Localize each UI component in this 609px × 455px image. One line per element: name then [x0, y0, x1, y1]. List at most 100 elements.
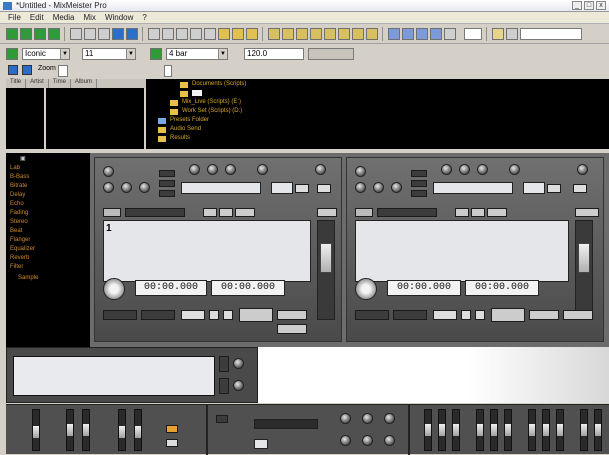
eq-band-fader[interactable] [476, 409, 484, 451]
eq-band-fader[interactable] [556, 409, 564, 451]
folder-icon[interactable] [492, 28, 504, 40]
effect-knob[interactable] [257, 164, 268, 175]
mixer-button[interactable] [216, 415, 228, 423]
pitch-fader[interactable] [575, 220, 593, 320]
plugin-item[interactable]: Fading [10, 210, 28, 216]
track-list-pane-b[interactable] [46, 88, 144, 149]
channel-fader[interactable] [82, 409, 90, 451]
marker-icon[interactable] [204, 28, 216, 40]
effect-knob[interactable] [459, 164, 470, 175]
plugin-item[interactable]: Lab [10, 165, 20, 171]
browser-select[interactable] [164, 65, 172, 77]
size-select[interactable]: 11 ▼ [82, 48, 136, 60]
effect-icon[interactable] [366, 28, 378, 40]
cue-indicator[interactable] [166, 425, 178, 433]
deck-button[interactable] [277, 310, 307, 320]
eq-band-fader[interactable] [528, 409, 536, 451]
tree-item[interactable]: Audio Send [170, 126, 201, 132]
deck-button[interactable] [159, 190, 175, 197]
effect-selector[interactable] [254, 419, 318, 429]
pitch-fader-cap[interactable] [320, 243, 332, 273]
help-icon[interactable] [506, 28, 518, 40]
effect-icon[interactable] [296, 28, 308, 40]
eq-low-knob[interactable] [373, 182, 384, 193]
deck-button[interactable] [159, 180, 175, 187]
channel-fader[interactable] [118, 409, 126, 451]
play-button[interactable] [141, 310, 175, 320]
effect-knob[interactable] [577, 164, 588, 175]
column-time[interactable]: Time [49, 79, 71, 88]
menu-window[interactable]: Window [105, 13, 133, 22]
eq-mid-knob[interactable] [139, 182, 150, 193]
eq-band-fader[interactable] [438, 409, 446, 451]
effect-knob[interactable] [509, 164, 520, 175]
new-icon[interactable] [6, 28, 18, 40]
paste-icon[interactable] [98, 28, 110, 40]
tool-icon[interactable] [218, 28, 230, 40]
plugin-item[interactable]: Filter [10, 264, 23, 270]
effect-knob[interactable] [189, 164, 200, 175]
plugin-item[interactable]: Reverb [10, 255, 29, 261]
view-icon[interactable] [416, 28, 428, 40]
deck-button[interactable] [575, 208, 599, 217]
menu-file[interactable]: File [8, 13, 21, 22]
effect-icon[interactable] [324, 28, 336, 40]
tree-item-selected[interactable] [192, 90, 202, 96]
column-artist[interactable]: Artist [26, 79, 49, 88]
plugin-item[interactable]: Flanger [10, 237, 30, 243]
menu-help[interactable]: ? [142, 13, 146, 22]
trim-knob[interactable] [103, 182, 114, 193]
pitch-fader[interactable] [317, 220, 335, 320]
track-list-pane-a[interactable] [6, 88, 44, 149]
toolbar-combo[interactable] [464, 28, 482, 40]
deck-button[interactable] [181, 310, 205, 320]
deck-button[interactable] [529, 310, 559, 320]
plugin-list[interactable]: ▣ Lab B-Bass Bitrate Delay Echo Fading S… [6, 153, 90, 347]
tool-icon[interactable] [246, 28, 258, 40]
mixer-knob[interactable] [384, 435, 395, 446]
deck-button[interactable] [487, 208, 507, 217]
eq-band-fader[interactable] [594, 409, 602, 451]
effect-icon[interactable] [338, 28, 350, 40]
jog-wheel[interactable] [103, 278, 125, 300]
effect-knob[interactable] [207, 164, 218, 175]
mixer-knob[interactable] [362, 413, 373, 424]
eq-band-fader[interactable] [490, 409, 498, 451]
search-input[interactable] [520, 28, 582, 40]
plugin-item[interactable]: Beat [10, 228, 22, 234]
deck-button[interactable] [411, 180, 427, 187]
forward-icon[interactable] [162, 28, 174, 40]
effect-knob[interactable] [477, 164, 488, 175]
key-select[interactable]: 4 bar ▼ [166, 48, 228, 60]
mixer-button[interactable] [166, 439, 178, 447]
loop-button[interactable] [573, 184, 587, 193]
deck-button[interactable] [563, 310, 593, 320]
record-icon[interactable] [48, 28, 60, 40]
sync-button[interactable] [547, 184, 561, 193]
trim-knob[interactable] [355, 182, 366, 193]
effect-knob[interactable] [315, 164, 326, 175]
eq-mid-knob[interactable] [391, 182, 402, 193]
tree-item[interactable]: Results [170, 135, 190, 141]
deck-button[interactable] [377, 208, 437, 217]
deck-button[interactable] [475, 310, 485, 320]
effect-knob[interactable] [441, 164, 452, 175]
view-icon[interactable] [444, 28, 456, 40]
eq-low-knob[interactable] [121, 182, 132, 193]
maximize-button[interactable]: □ [584, 1, 594, 10]
rewind-icon[interactable] [148, 28, 160, 40]
effect-icon[interactable] [352, 28, 364, 40]
play-button[interactable] [393, 310, 427, 320]
mixer-knob[interactable] [340, 413, 351, 424]
open-icon[interactable] [20, 28, 32, 40]
deck-button[interactable] [471, 208, 485, 217]
deck-button[interactable] [125, 208, 185, 217]
mixer-knob[interactable] [340, 435, 351, 446]
jog-wheel[interactable] [355, 278, 377, 300]
cue-button[interactable] [355, 310, 389, 320]
cut-icon[interactable] [70, 28, 82, 40]
copy-icon[interactable] [84, 28, 96, 40]
channel-fader[interactable] [134, 409, 142, 451]
sampler-knob[interactable] [233, 358, 244, 369]
deck-button[interactable] [317, 208, 337, 217]
